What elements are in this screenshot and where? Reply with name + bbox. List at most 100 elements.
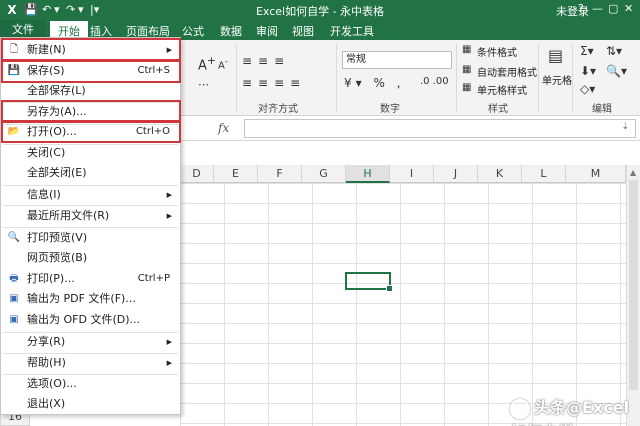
menu-item-label: 帮助(H) <box>27 356 66 369</box>
submenu-arrow-icon: ▶ <box>166 359 172 367</box>
menu-item-label: 输出为 OFD 文件(D)... <box>27 313 140 326</box>
selected-cell[interactable] <box>345 272 393 292</box>
menu-item-label: 输出为 PDF 文件(F)... <box>27 292 136 305</box>
tab-developer[interactable]: 开发工具 <box>330 23 374 39</box>
cell-style-button[interactable]: 单元格样式 <box>477 82 527 97</box>
font-shrink-icon[interactable]: A- <box>218 56 228 71</box>
group-number-label: 数字 <box>380 104 400 115</box>
menu-item-export-ofd[interactable]: ▣ 输出为 OFD 文件(D)... <box>1 310 180 330</box>
expand-formula-icon[interactable]: ⇣ <box>621 122 629 132</box>
scroll-thumb[interactable] <box>629 180 638 390</box>
tab-formulas[interactable]: 公式 <box>182 23 204 39</box>
column-header-m[interactable]: M <box>566 165 626 183</box>
submenu-arrow-icon: ▶ <box>166 191 172 199</box>
sum-icon[interactable]: Σ▾ <box>580 44 594 58</box>
menu-item-label: 信息(I) <box>27 188 61 201</box>
menu-item-label: 全部关闭(E) <box>27 166 87 179</box>
watermark-logo-icon <box>510 398 530 419</box>
align-top-icons[interactable]: ≡≡≡ <box>242 54 290 68</box>
column-header-j[interactable]: J <box>434 165 478 183</box>
menu-item-close[interactable]: 关闭(C) <box>1 143 180 163</box>
cells-button[interactable]: 单元格 <box>542 72 572 87</box>
tab-view[interactable]: 视图 <box>292 23 314 39</box>
menu-item-label: 全部保存(L) <box>27 84 86 97</box>
column-header-f[interactable]: F <box>258 165 302 183</box>
column-header-k[interactable]: K <box>478 165 522 183</box>
cell-grid[interactable] <box>180 183 626 426</box>
ofd-icon: ▣ <box>9 314 19 325</box>
title-bar: X 💾 ↶ ▾ ↷ ▾ |▾ Excel如何自学 - 永中表格 未登录 ? — … <box>0 0 640 20</box>
close-icon[interactable]: ✕ <box>624 2 633 15</box>
print-preview-icon: 🔍 <box>7 232 21 243</box>
menu-item-web-preview[interactable]: 网页预览(B) <box>1 248 180 268</box>
fx-icon[interactable]: fx <box>218 121 229 135</box>
menu-item-share[interactable]: 分享(R) ▶ <box>1 332 180 352</box>
menu-item-close-all[interactable]: 全部关闭(E) <box>1 163 180 183</box>
menu-item-label: 最近所用文件(R) <box>27 209 110 222</box>
menu-item-print-preview[interactable]: 🔍 打印预览(V) <box>1 228 180 248</box>
menu-item-exit[interactable]: 退出(X) <box>1 394 180 414</box>
menu-item-label: 打印(P)... <box>27 272 75 285</box>
printer-icon: 🖶 <box>9 273 19 284</box>
menu-item-shortcut: Ctrl+P <box>137 273 170 284</box>
ribbon-separator <box>336 44 337 112</box>
conditional-format-button[interactable]: 条件格式 <box>477 44 517 59</box>
menu-item-save-all[interactable]: 全部保存(L) <box>1 81 180 101</box>
conditional-format-icon: ▦ <box>462 44 472 55</box>
font-grow-icon[interactable]: A+ <box>198 54 216 73</box>
column-header-g[interactable]: G <box>302 165 346 183</box>
menu-item-print[interactable]: 🖶 打印(P)... Ctrl+P <box>1 269 180 289</box>
help-icon[interactable]: ? <box>578 2 584 15</box>
maximize-icon[interactable]: ▢ <box>608 2 618 15</box>
menu-item-label: 关闭(C) <box>27 146 66 159</box>
menu-item-help[interactable]: 帮助(H) ▶ <box>1 353 180 373</box>
menu-item-label: 打印预览(V) <box>27 231 88 244</box>
auto-format-icon: ▦ <box>462 64 472 75</box>
sort-icon[interactable]: ⇅▾ <box>606 44 622 58</box>
watermark: 头条@Excel如何自学 <box>510 394 640 426</box>
menu-item-label: 网页预览(B) <box>27 251 88 264</box>
tab-review[interactable]: 审阅 <box>256 23 278 39</box>
ribbon-separator <box>236 44 237 112</box>
phonetic-icon[interactable]: ⋯ <box>198 78 209 91</box>
number-format-select[interactable]: 常规 <box>342 51 452 69</box>
group-alignment-label: 对齐方式 <box>258 104 298 115</box>
menu-item-label: 退出(X) <box>27 397 66 410</box>
file-menu: 🗋 新建(N) ▶ 💾 保存(S) Ctrl+S 全部保存(L) 另存为(A).… <box>0 37 181 415</box>
menu-item-export-pdf[interactable]: ▣ 输出为 PDF 文件(F)... <box>1 289 180 309</box>
column-header-h[interactable]: H <box>346 165 390 183</box>
align-center-icons[interactable]: ≡≡≡≡ <box>242 76 306 90</box>
formula-input[interactable]: ⇣ <box>244 119 636 138</box>
column-header-e[interactable]: E <box>214 165 258 183</box>
clear-icon[interactable]: ◇▾ <box>580 82 595 96</box>
vertical-scrollbar[interactable]: ▲ <box>626 165 640 426</box>
highlight-save <box>1 59 181 83</box>
ribbon-separator <box>456 44 457 112</box>
minimize-icon[interactable]: — <box>592 2 603 15</box>
cells-icon: ▤ <box>548 46 564 65</box>
auto-format-button[interactable]: 自动套用格式 <box>477 64 537 79</box>
group-editing-label: 编辑 <box>592 104 612 115</box>
column-header-i[interactable]: I <box>390 165 434 183</box>
menu-item-options[interactable]: 选项(O)... <box>1 374 180 394</box>
scroll-up-icon[interactable]: ▲ <box>630 168 636 177</box>
menu-item-info[interactable]: 信息(I) ▶ <box>1 185 180 205</box>
tab-data[interactable]: 数据 <box>220 23 242 39</box>
number-format-icons[interactable]: ¥▾ % , <box>344 76 405 90</box>
decimal-icons[interactable]: .0 .00 <box>420 76 449 87</box>
pdf-icon: ▣ <box>9 293 19 304</box>
column-header-l[interactable]: L <box>522 165 566 183</box>
ribbon-separator <box>538 44 539 112</box>
submenu-arrow-icon: ▶ <box>166 338 172 346</box>
menu-item-label: 选项(O)... <box>27 377 77 390</box>
fill-icon[interactable]: ⬇▾ <box>580 64 596 78</box>
menu-item-recent[interactable]: 最近所用文件(R) ▶ <box>1 206 180 226</box>
window-title: Excel如何自学 - 永中表格 <box>255 5 385 18</box>
cell-style-icon: ▦ <box>462 82 472 93</box>
find-icon[interactable]: 🔍▾ <box>606 64 627 78</box>
highlight-open <box>1 120 181 143</box>
login-status[interactable]: 未登录 <box>556 3 589 19</box>
submenu-arrow-icon: ▶ <box>166 212 172 220</box>
ribbon-separator <box>572 44 573 112</box>
column-header-d[interactable]: D <box>180 165 214 183</box>
